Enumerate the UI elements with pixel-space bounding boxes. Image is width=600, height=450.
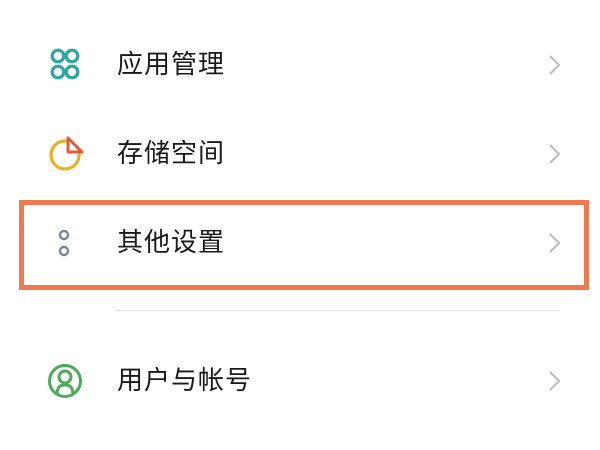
chevron-right-icon xyxy=(543,370,565,392)
settings-item-app-management[interactable]: 应用管理 xyxy=(0,25,600,105)
settings-item-storage[interactable]: 存储空间 xyxy=(0,114,600,194)
settings-item-other-settings[interactable]: 其他设置 xyxy=(0,203,600,283)
settings-item-label: 其他设置 xyxy=(117,228,226,258)
user-account-icon xyxy=(46,362,84,400)
app-management-icon xyxy=(46,46,84,84)
settings-item-label: 应用管理 xyxy=(117,50,226,80)
chevron-right-icon xyxy=(543,54,565,76)
chevron-right-icon xyxy=(543,232,565,254)
settings-item-label: 存储空间 xyxy=(117,139,226,169)
storage-pie-icon xyxy=(46,135,84,173)
section-divider xyxy=(115,310,560,311)
other-settings-dots-icon xyxy=(46,224,84,262)
settings-item-users-accounts[interactable]: 用户与帐号 xyxy=(0,341,600,421)
settings-item-label: 用户与帐号 xyxy=(117,366,253,396)
chevron-right-icon xyxy=(543,143,565,165)
